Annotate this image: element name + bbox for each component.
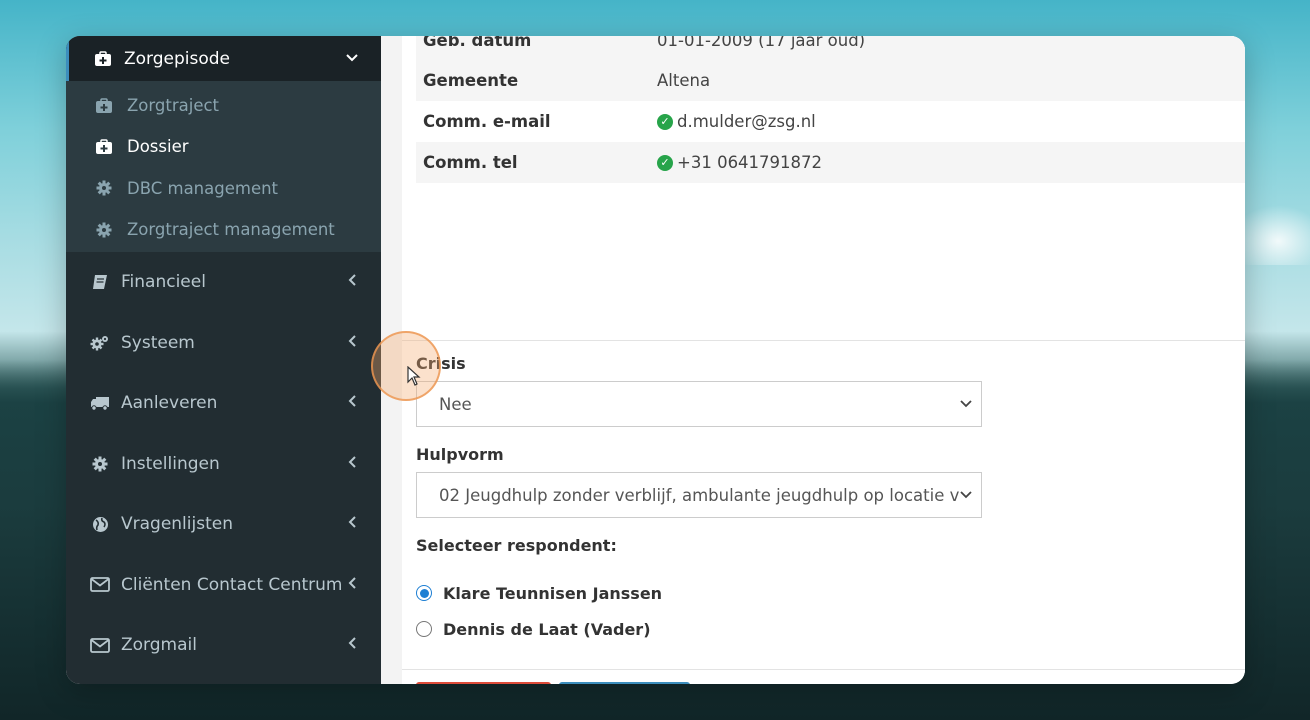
sidebar-item-label: Zorgtraject management [127,220,335,240]
gemeente-label: Gemeente [423,71,519,90]
truck-icon [89,393,111,413]
sidebar-item-label: Instellingen [121,453,220,474]
chevron-left-icon [345,456,359,472]
sidebar-item-zorgtraject[interactable]: Zorgtraject [66,85,381,126]
gear-icon [93,220,115,240]
radio-selected[interactable] [416,585,432,601]
sidebar-item-vragenlijsten[interactable]: Vragenlijsten [66,494,381,555]
mouse-cursor-icon [407,366,421,386]
sidebar-item-zorgmail[interactable]: Zorgmail [66,615,381,676]
book-icon [89,272,111,292]
gear-icon [93,178,115,198]
form-footer-divider [402,669,1245,670]
envelope-icon [89,575,111,595]
respondent-option[interactable]: Klare Teunnisen Janssen [416,575,982,611]
sidebar-item-label: Cliënten Contact Centrum [121,574,343,595]
sidebar-group-label: Zorgepisode [124,48,231,69]
sidebar-item-instellingen[interactable]: Instellingen [66,434,381,495]
chevron-down-icon [345,51,359,66]
tel-label: Comm. tel [423,153,518,172]
dob-label: Geb. datum [423,36,532,50]
table-row: Comm. tel ✓ +31 0641791872 [416,142,1245,183]
medkit-icon [93,137,115,157]
crisis-label: Crisis [416,354,466,373]
chevron-left-icon [345,395,359,411]
sidebar-submenu: Zorgtraject Dossier DBC management Zorgt… [66,81,381,253]
chevron-left-icon [345,274,359,290]
check-circle-icon: ✓ [657,113,673,130]
respondent-option[interactable]: Dennis de Laat (Vader) [416,611,982,647]
sidebar-item-dossier[interactable]: Dossier [66,126,381,167]
chevron-left-icon [345,335,359,351]
sidebar-item-label: Aanleveren [121,393,218,414]
crisis-select[interactable]: Nee [416,381,982,427]
sidebar: Zorgepisode Zorgtraject Dossier DBC mana… [66,36,381,684]
chevron-down-icon [959,396,973,412]
table-row: Comm. e-mail ✓ d.mulder@zsg.nl [416,101,1245,142]
sidebar-group-zorgepisode[interactable]: Zorgepisode [66,36,381,81]
medkit-icon [92,49,114,69]
chevron-down-icon [959,487,973,503]
dob-value: 01-01-2009 (17 jaar oud) [657,36,866,50]
table-row: Gemeente Altena [416,60,1245,101]
sidebar-item-label: Systeem [121,332,195,353]
sidebar-item-label: Financieel [121,272,206,293]
sidebar-item-label: Zorgtraject [127,96,220,116]
sidebar-item-label: Dossier [127,137,189,157]
globe-icon [89,514,111,534]
email-value: d.mulder@zsg.nl [677,112,816,131]
sidebar-item-zorgtraject-management[interactable]: Zorgtraject management [66,209,381,250]
tel-value-cell: ✓ +31 0641791872 [657,153,822,172]
chevron-left-icon [345,577,359,593]
hulpvorm-select-value: 02 Jeugdhulp zonder verblijf, ambulante … [439,485,959,505]
gear-icon [89,454,111,474]
crisis-select-value: Nee [439,394,472,414]
email-label: Comm. e-mail [423,112,551,131]
sidebar-item-label: Zorgmail [121,635,197,656]
save-button[interactable] [559,682,690,684]
medkit-icon [93,96,115,116]
sidebar-item-label: Vragenlijsten [121,514,233,535]
respondent-option-label: Dennis de Laat (Vader) [443,619,651,639]
table-row: Geb. datum 01-01-2009 (17 jaar oud) [416,36,1245,60]
hulpvorm-select[interactable]: 02 Jeugdhulp zonder verblijf, ambulante … [416,472,982,518]
hulpvorm-label: Hulpvorm [416,445,504,464]
chevron-left-icon [345,516,359,532]
sidebar-item-aanleveren[interactable]: Aanleveren [66,373,381,434]
app-window: Zorgepisode Zorgtraject Dossier DBC mana… [66,36,1245,684]
section-divider [402,340,1245,341]
delete-button[interactable] [416,682,551,684]
sidebar-item-label: DBC management [127,178,279,198]
respondent-option-label: Klare Teunnisen Janssen [443,583,663,603]
envelope-icon [89,635,111,655]
chevron-left-icon [345,637,359,653]
sidebar-item-dbc-management[interactable]: DBC management [66,168,381,209]
click-highlight [371,331,441,401]
client-info-table: Geb. datum 01-01-2009 (17 jaar oud) Geme… [416,36,1245,183]
sidebar-item-systeem[interactable]: Systeem [66,313,381,374]
sidebar-item-clienten-contact-centrum[interactable]: Cliënten Contact Centrum [66,555,381,616]
episode-form: Crisis Nee Hulpvorm 02 Jeugdhulp zonder … [416,354,982,647]
check-circle-icon: ✓ [657,154,673,171]
gears-icon [89,333,111,353]
gemeente-value: Altena [657,71,711,90]
tel-value: +31 0641791872 [677,153,823,172]
sidebar-item-financieel[interactable]: Financieel [66,252,381,313]
main-content: Geb. datum 01-01-2009 (17 jaar oud) Geme… [381,36,1245,684]
radio-unselected[interactable] [416,621,432,637]
email-value-cell: ✓ d.mulder@zsg.nl [657,112,816,131]
respondent-label: Selecteer respondent: [416,536,617,555]
